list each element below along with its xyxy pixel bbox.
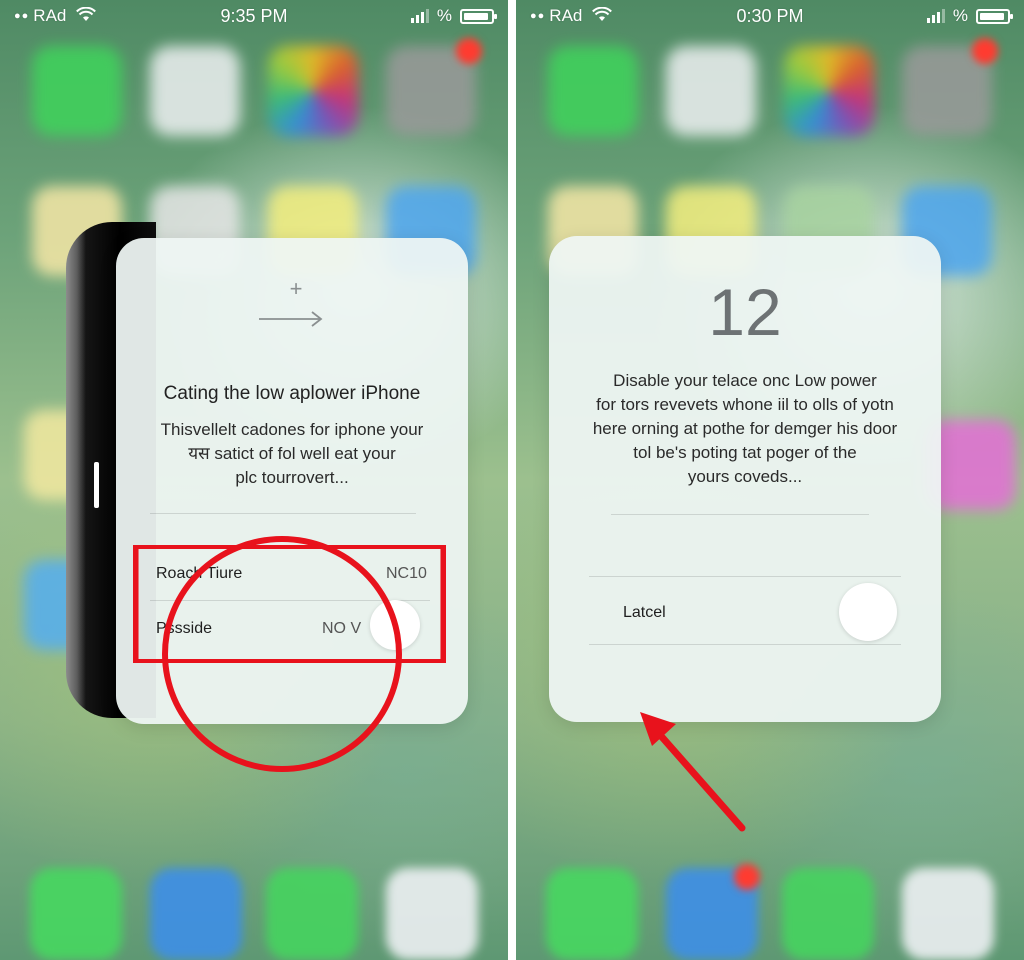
right-phone-screen: ●● RAd 0:30 PM % 12 Disable your telace … — [516, 0, 1024, 960]
body-line: यस satict of fol well eat your — [188, 444, 396, 463]
body-line: Disable your telace onc Low power — [613, 371, 877, 390]
status-bar: ●● RAd 9:35 PM % — [0, 0, 508, 32]
body-line: for tors revevets whone iil to olls of y… — [596, 395, 894, 414]
phone-dock-icon[interactable] — [30, 868, 122, 960]
body-line: plc tourrovert... — [235, 468, 349, 487]
notification-badge — [734, 864, 760, 890]
notification-badge — [456, 38, 482, 64]
low-power-dialog: 12 Disable your telace onc Low power for… — [549, 236, 941, 722]
battery-icon — [976, 8, 1013, 24]
music-dock-icon[interactable] — [902, 868, 994, 960]
wifi-icon — [592, 6, 613, 26]
dialog-body: Disable your telace onc Low power for to… — [563, 369, 927, 489]
phone-dock-icon[interactable] — [546, 868, 638, 960]
divider — [611, 514, 869, 515]
signal-dots-icon: ●● — [14, 10, 30, 22]
setting-row-label[interactable]: Latcel — [623, 604, 666, 622]
cell-signal-icon — [410, 9, 429, 23]
divider — [150, 513, 416, 514]
divider — [589, 644, 901, 645]
photos-app-icon[interactable] — [784, 46, 874, 136]
body-line: yours coveds... — [687, 467, 803, 486]
cell-signal-icon — [926, 9, 945, 23]
messages-dock-icon[interactable] — [782, 868, 874, 960]
dialog-title: Cating the low aplower iPhone — [163, 383, 421, 404]
safari-dock-icon[interactable] — [150, 868, 242, 960]
wifi-icon — [76, 6, 97, 26]
phone-button-indicator — [94, 462, 99, 508]
highlight-arrow — [640, 712, 746, 832]
music-app-icon[interactable] — [150, 46, 240, 136]
battery-icon — [460, 8, 497, 24]
arrow-right-icon — [258, 308, 324, 335]
divider — [589, 576, 901, 577]
battery-percent: % — [436, 6, 452, 25]
highlight-circle — [162, 536, 402, 772]
messages-app-icon[interactable] — [548, 46, 638, 136]
photos-app-icon[interactable] — [268, 46, 358, 136]
status-time: 0:30 PM — [736, 5, 804, 26]
signal-dots-icon: ●● — [530, 10, 546, 22]
body-line: tol be's poting tat poger of the — [633, 443, 857, 462]
big-number: 12 — [708, 275, 782, 349]
body-line: here orning at pothe for demger his door — [592, 419, 898, 438]
music-dock-icon[interactable] — [386, 868, 478, 960]
left-phone-screen: ●● RAd 9:35 PM % + Cating the low aplowe… — [0, 0, 508, 960]
messages-app-icon[interactable] — [32, 46, 122, 136]
notification-badge — [972, 38, 998, 64]
dialog-body: Thisvellelt cadones for iphone your यस s… — [130, 418, 454, 490]
messages-dock-icon[interactable] — [266, 868, 358, 960]
body-line: Thisvellelt cadones for iphone your — [160, 420, 424, 439]
carrier-name: RAd — [549, 6, 583, 25]
plus-icon: + — [289, 276, 303, 301]
toggle-switch[interactable] — [839, 583, 897, 641]
carrier-name: RAd — [33, 6, 67, 25]
status-bar: ●● RAd 0:30 PM % — [516, 0, 1024, 32]
status-time: 9:35 PM — [220, 5, 288, 26]
music-app-icon[interactable] — [666, 46, 756, 136]
battery-percent: % — [952, 6, 968, 25]
